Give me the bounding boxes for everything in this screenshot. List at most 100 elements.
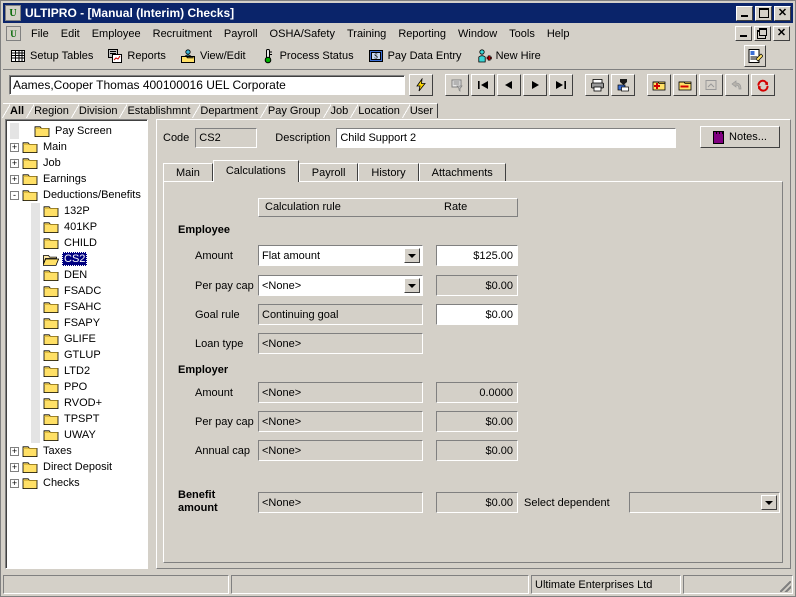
undo-button[interactable] [725, 74, 749, 96]
minimize-icon[interactable] [736, 5, 753, 21]
tree-line-decoration [31, 267, 40, 283]
tree-node[interactable]: LTD2 [6, 363, 147, 379]
status-panel-resize-grip[interactable] [683, 575, 793, 594]
tree-node[interactable]: FSAPY [6, 315, 147, 331]
filter-tab-user[interactable]: User [401, 103, 439, 118]
edit-form-button[interactable] [744, 45, 766, 67]
menu-item-window[interactable]: Window [452, 26, 503, 42]
filter-tab-establishmnt[interactable]: Establishmnt [119, 103, 196, 118]
blank-button[interactable] [767, 45, 789, 67]
icon-toolbar: Setup Tables Reports View/Edit Process S… [3, 43, 793, 70]
next-record-button[interactable] [523, 74, 547, 96]
filter-button[interactable] [445, 74, 469, 96]
tree-node[interactable]: CHILD [6, 235, 147, 251]
menu-item-osha-safety[interactable]: OSHA/Safety [264, 26, 341, 42]
tab-attachments[interactable]: Attachments [418, 163, 506, 182]
toolbar-process-status[interactable]: Process Status [253, 46, 361, 66]
tab-payroll[interactable]: Payroll [298, 163, 359, 182]
tree-node[interactable]: FSAHC [6, 299, 147, 315]
tree-expand-icon[interactable]: + [10, 462, 19, 472]
status-panel-company: Ultimate Enterprises Ltd [531, 575, 681, 594]
tree-node[interactable]: CS2 [6, 251, 147, 267]
chevron-down-icon[interactable] [404, 248, 420, 263]
tree-node[interactable]: GTLUP [6, 347, 147, 363]
copy-record-button[interactable] [699, 74, 723, 96]
tree-expand-icon[interactable]: + [10, 158, 19, 168]
employee-goal-rate-field[interactable]: $0.00 [436, 304, 518, 325]
tree-expand-icon[interactable]: + [10, 478, 19, 488]
menu-item-edit[interactable]: Edit [55, 26, 86, 42]
filter-tab-region[interactable]: Region [26, 103, 74, 118]
menu-item-help[interactable]: Help [541, 26, 576, 42]
close-icon[interactable]: ✕ [774, 5, 791, 21]
toolbar-setup-tables[interactable]: Setup Tables [3, 46, 100, 66]
chevron-down-icon[interactable] [404, 278, 420, 293]
mdi-restore-icon[interactable] [754, 26, 771, 41]
refresh-button[interactable] [751, 74, 775, 96]
employee-per-pay-cap-rule-combo[interactable]: <None> [258, 275, 423, 296]
tab-history[interactable]: History [358, 163, 419, 182]
tree-node[interactable]: 401KP [6, 219, 147, 235]
tree-node[interactable]: + Earnings [6, 171, 147, 187]
delete-record-button[interactable] [673, 74, 697, 96]
tree-node[interactable]: - Deductions/Benefits [6, 187, 147, 203]
tree-node[interactable]: + Main [6, 139, 147, 155]
last-record-button[interactable] [549, 74, 573, 96]
menu-item-file[interactable]: File [25, 26, 55, 42]
tree-node-label: UWAY [64, 429, 96, 441]
menu-item-reporting[interactable]: Reporting [392, 26, 452, 42]
tree-node[interactable]: GLIFE [6, 331, 147, 347]
tree-node[interactable]: + Checks [6, 475, 147, 491]
toolbar-new-hire[interactable]: New Hire [469, 46, 548, 66]
menu-item-employee[interactable]: Employee [86, 26, 147, 42]
tree-node[interactable]: + Job [6, 155, 147, 171]
menu-item-training[interactable]: Training [341, 26, 392, 42]
previous-record-button[interactable] [497, 74, 521, 96]
lightning-bolt-button[interactable] [409, 74, 433, 96]
filter-tab-department[interactable]: Department [192, 103, 263, 118]
add-record-button[interactable] [647, 74, 671, 96]
filter-tab-location[interactable]: Location [350, 103, 405, 118]
select-dependent-combo[interactable] [629, 492, 780, 513]
tree-node[interactable]: FSADC [6, 283, 147, 299]
print-button[interactable] [585, 74, 609, 96]
tree-node[interactable]: PPO [6, 379, 147, 395]
filter-tab-pay-group[interactable]: Pay Group [259, 103, 326, 118]
employee-amount-rule-combo[interactable]: Flat amount [258, 245, 423, 266]
tab-main[interactable]: Main [163, 163, 213, 182]
tree-node[interactable]: + Taxes [6, 443, 147, 459]
tree-node[interactable]: Pay Screen [6, 123, 147, 139]
tree-node[interactable]: + Direct Deposit [6, 459, 147, 475]
menu-item-tools[interactable]: Tools [503, 26, 541, 42]
tree-expand-icon[interactable]: + [10, 446, 19, 456]
tree-node[interactable]: UWAY [6, 427, 147, 443]
menu-item-payroll[interactable]: Payroll [218, 26, 264, 42]
tree-line-decoration [10, 123, 19, 139]
mdi-minimize-icon[interactable] [735, 26, 752, 41]
employee-name-field[interactable]: Aames,Cooper Thomas 400100016 UEL Corpor… [9, 75, 405, 95]
filter-tab-division[interactable]: Division [70, 103, 123, 118]
mdi-close-icon[interactable]: ✕ [773, 26, 790, 41]
menu-item-recruitment[interactable]: Recruitment [147, 26, 218, 42]
employee-goal-rule-label: Goal rule [195, 309, 240, 321]
maximize-icon[interactable] [755, 5, 772, 21]
tree-expand-icon[interactable]: + [10, 174, 19, 184]
notes-button[interactable]: Notes... [700, 126, 780, 148]
tree-collapse-icon[interactable]: - [10, 190, 19, 200]
toolbar-view-edit[interactable]: View/Edit [173, 46, 253, 66]
toolbar-pay-data-entry[interactable]: $ Pay Data Entry [361, 46, 469, 66]
tree-node[interactable]: 132P [6, 203, 147, 219]
description-field[interactable]: Child Support 2 [336, 128, 677, 148]
tree-node[interactable]: TPSPT [6, 411, 147, 427]
tab-calculations[interactable]: Calculations [212, 160, 299, 182]
tree-expand-icon[interactable]: + [10, 142, 19, 152]
print-preview-button[interactable] [611, 74, 635, 96]
tree-node[interactable]: RVOD+ [6, 395, 147, 411]
employee-amount-rate-field[interactable]: $125.00 [436, 245, 518, 266]
navigation-tree[interactable]: Pay Screen + Main + Job + Earnings - Deductions/… [5, 119, 148, 569]
toolbar-reports[interactable]: Reports [100, 46, 173, 66]
tree-node[interactable]: DEN [6, 267, 147, 283]
first-record-button[interactable] [471, 74, 495, 96]
chevron-down-icon[interactable] [761, 495, 777, 510]
filter-tab-job[interactable]: Job [322, 103, 354, 118]
